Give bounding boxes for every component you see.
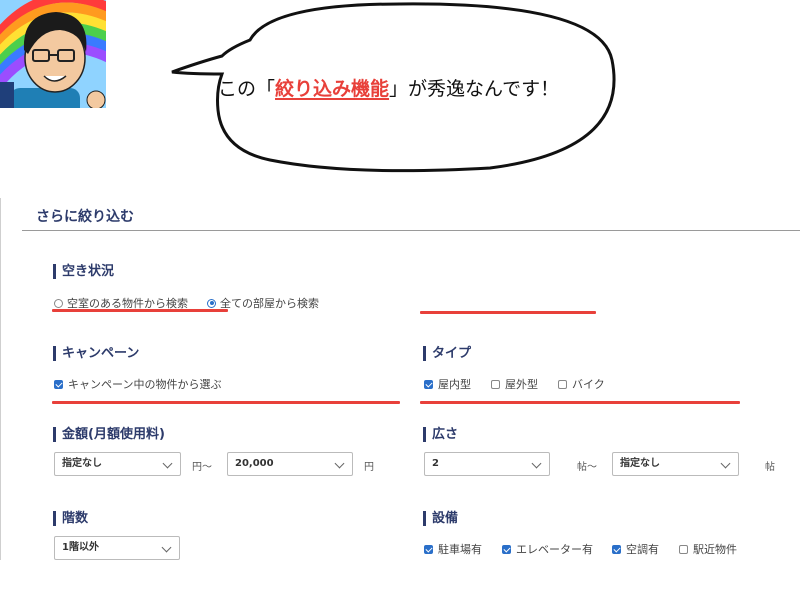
bubble-text-after: 」が秀逸なんです！: [389, 78, 560, 100]
checkbox-label: 駅近物件: [693, 543, 737, 556]
checkbox-icon: [679, 544, 688, 554]
checkbox-outdoor[interactable]: 屋外型: [491, 376, 538, 392]
bubble-highlight: 絞り込み機能: [275, 78, 390, 100]
bubble-text: この「絞り込み機能」が秀逸なんです！: [218, 74, 559, 101]
chevron-down-icon: [334, 458, 345, 469]
size-max-select[interactable]: 指定なし: [612, 452, 739, 476]
checkbox-icon: [558, 379, 567, 389]
checkbox-label: エレベーター有: [516, 543, 593, 556]
size-label: 広さ: [423, 427, 458, 442]
annotation-underline: [52, 401, 400, 404]
checkbox-checked-icon: [424, 544, 433, 554]
checkbox-label: キャンペーン中の物件から選ぶ: [68, 378, 222, 391]
floor-label: 階数: [53, 511, 88, 526]
checkbox-elevator[interactable]: エレベーター有: [502, 541, 593, 557]
checkbox-label: バイク: [572, 378, 605, 391]
radio-icon: [54, 298, 63, 308]
price-label: 金額(月額使用料): [53, 427, 165, 442]
equipment-label: 設備: [423, 511, 458, 526]
checkbox-checked-icon: [502, 544, 511, 554]
panel-border: [0, 198, 1, 560]
annotation-underline: [52, 309, 228, 312]
floor-select[interactable]: 1階以外: [54, 536, 180, 560]
checkbox-checked-icon: [54, 379, 63, 389]
price-min-select[interactable]: 指定なし: [54, 452, 181, 476]
checkbox-bike[interactable]: バイク: [558, 376, 605, 392]
checkbox-icon: [491, 379, 500, 389]
checkbox-air-conditioning[interactable]: 空調有: [612, 541, 659, 557]
price-max-select[interactable]: 20,000: [227, 452, 353, 476]
avatar: [0, 0, 106, 108]
panel-title: さらに絞り込む: [36, 209, 134, 225]
vacancy-label: 空き状況: [53, 264, 114, 279]
radio-label: 全ての部屋から検索: [220, 297, 319, 310]
price-max-unit: 円: [364, 462, 374, 473]
checkbox-indoor[interactable]: 屋内型: [424, 376, 471, 392]
annotation-underline: [420, 401, 740, 404]
campaign-label: キャンペーン: [53, 346, 139, 361]
type-label: タイプ: [423, 346, 471, 361]
size-min-value: 2: [432, 458, 439, 469]
checkbox-label: 空調有: [626, 543, 659, 556]
price-max-value: 20,000: [235, 458, 274, 469]
size-max-unit: 帖: [765, 462, 775, 473]
size-min-select[interactable]: 2: [424, 452, 550, 476]
checkbox-label: 駐車場有: [438, 543, 482, 556]
chevron-down-icon: [162, 458, 173, 469]
checkbox-checked-icon: [612, 544, 621, 554]
checkbox-label: 屋内型: [438, 378, 471, 391]
bubble-text-before: この「: [218, 78, 276, 100]
checkbox-near-station[interactable]: 駅近物件: [679, 541, 737, 557]
checkbox-checked-icon: [424, 379, 433, 389]
size-min-unit: 帖～: [577, 462, 597, 473]
price-min-value: 指定なし: [62, 458, 102, 469]
checkbox-label: 屋外型: [505, 378, 538, 391]
price-min-unit: 円～: [192, 462, 212, 473]
chevron-down-icon: [720, 458, 731, 469]
chevron-down-icon: [531, 458, 542, 469]
panel-divider: [22, 230, 800, 231]
floor-value: 1階以外: [62, 542, 99, 553]
checkbox-campaign[interactable]: キャンペーン中の物件から選ぶ: [54, 376, 221, 392]
chevron-down-icon: [161, 542, 172, 553]
radio-selected-icon: [207, 298, 216, 308]
size-max-value: 指定なし: [620, 458, 660, 469]
checkbox-parking[interactable]: 駐車場有: [424, 541, 482, 557]
annotation-underline: [420, 311, 596, 314]
